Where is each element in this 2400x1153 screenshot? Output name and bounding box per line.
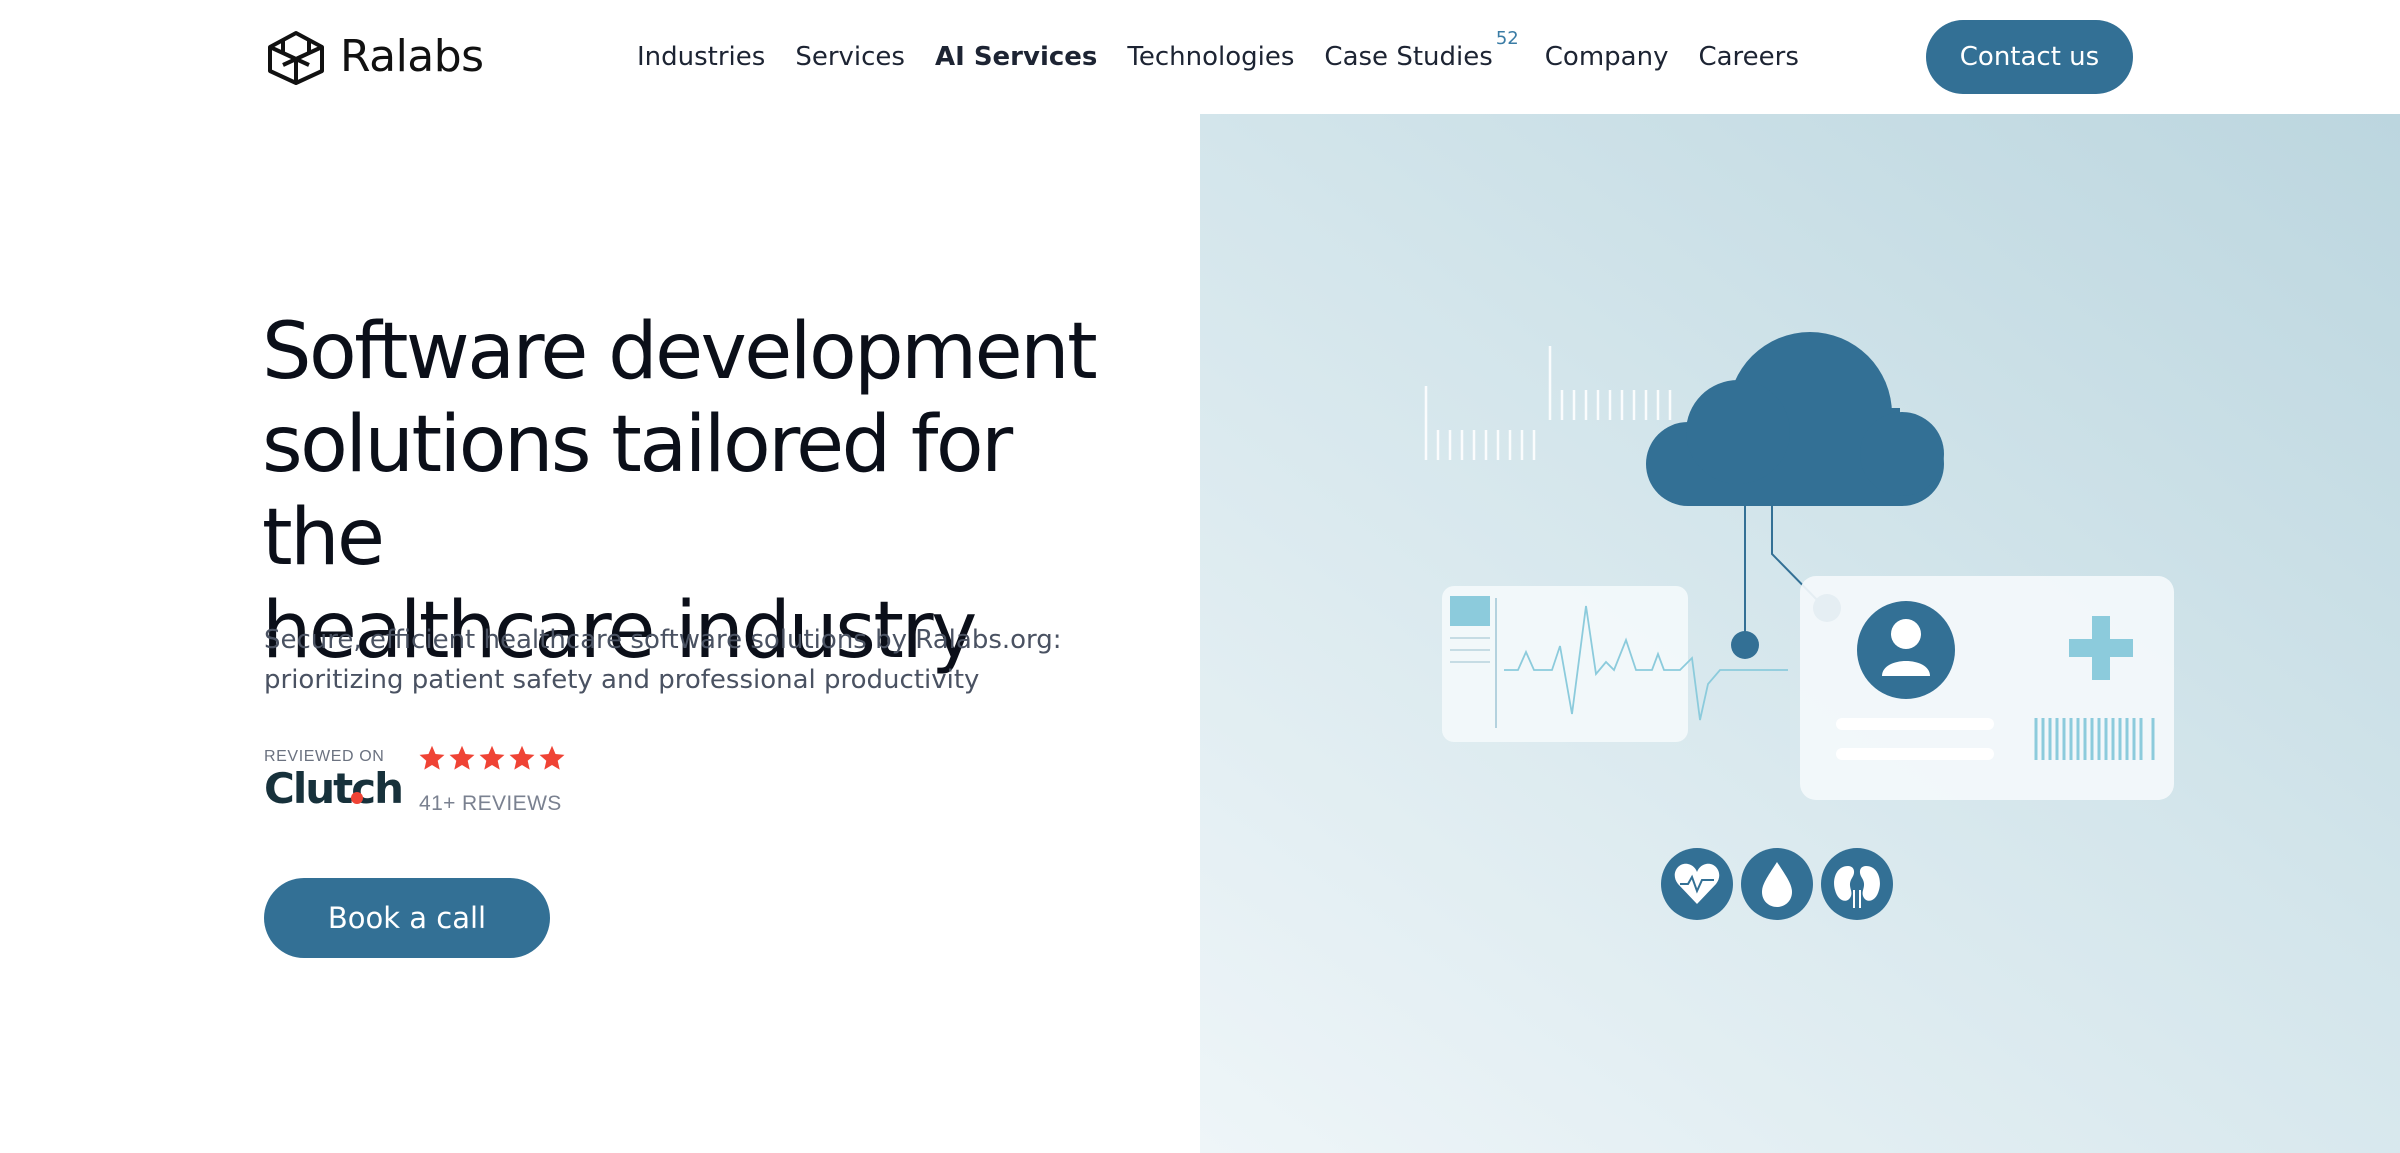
nav-item-technologies[interactable]: Technologies	[1127, 42, 1294, 72]
star-icon	[509, 745, 535, 770]
hexagon-cube-logo-icon	[268, 31, 324, 85]
connector-node	[1731, 631, 1759, 659]
review-count: 41+ REVIEWS	[419, 792, 562, 815]
brand-name: Ralabs	[340, 31, 484, 82]
logo-link[interactable]: Ralabs	[264, 28, 484, 86]
hero-subtitle: Secure, efficient healthcare software so…	[264, 620, 1084, 700]
clutch-review-badge[interactable]: REVIEWED ON Clutch 41+ REVIEWS	[264, 745, 584, 816]
nav-item-industries[interactable]: Industries	[637, 42, 765, 72]
star-icon	[479, 745, 505, 770]
healthcare-illustration-panel	[1200, 114, 2400, 1153]
card-text-line	[1836, 718, 1994, 730]
nav-item-ai-services[interactable]: AI Services	[935, 42, 1097, 72]
site-header: Ralabs Industries Services AI Services T…	[0, 0, 2400, 114]
clutch-logo-dot	[351, 792, 363, 804]
nav-item-careers[interactable]: Careers	[1698, 42, 1798, 72]
cloud-icon	[1646, 332, 1944, 506]
rating-stars	[418, 744, 566, 772]
signal-bars-decoration	[1424, 346, 1672, 460]
healthcare-cloud-illustration	[1424, 332, 2174, 920]
main-nav: Industries Services AI Services Technolo…	[637, 28, 1829, 78]
kidney-icon	[1821, 848, 1893, 920]
nav-item-case-studies-label: Case Studies	[1324, 42, 1493, 72]
clutch-logo: Clutch	[264, 764, 404, 813]
star-icon	[539, 745, 565, 770]
patient-card	[1800, 576, 2174, 800]
blood-drop-icon	[1741, 848, 1813, 920]
patient-avatar-icon	[1857, 601, 1955, 699]
star-icon	[449, 745, 475, 770]
book-a-call-button[interactable]: Book a call	[264, 878, 550, 958]
hero-subtitle-line: prioritizing patient safety and professi…	[264, 665, 980, 695]
contact-us-button[interactable]: Contact us	[1926, 20, 2133, 94]
hero-title-line: solutions tailored for the	[262, 400, 1013, 583]
hero-subtitle-line: Secure, efficient healthcare software so…	[264, 625, 1062, 655]
card-text-line	[1836, 748, 1994, 760]
hero-title-line: Software development	[262, 307, 1098, 397]
star-icon	[419, 745, 445, 770]
ecg-chart-icon	[1442, 586, 1788, 742]
heart-icon	[1661, 848, 1733, 920]
nav-item-case-studies[interactable]: Case Studies 52	[1324, 28, 1518, 72]
nav-item-services[interactable]: Services	[795, 42, 905, 72]
case-studies-count-badge: 52	[1495, 28, 1519, 49]
nav-item-company[interactable]: Company	[1545, 42, 1669, 72]
